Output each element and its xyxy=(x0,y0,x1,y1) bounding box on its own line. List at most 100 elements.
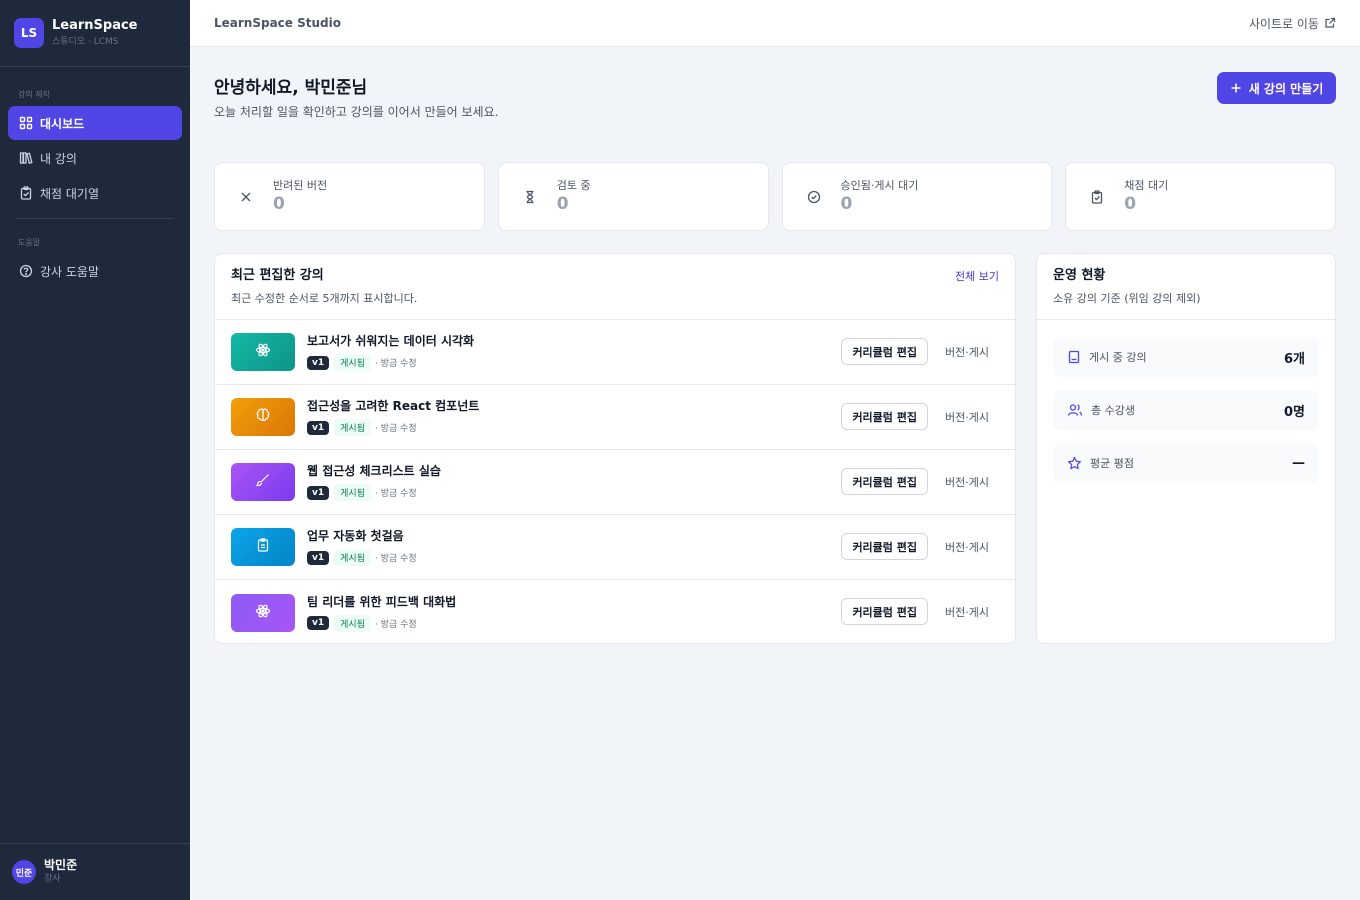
version-publish-button[interactable]: 버전·게시 xyxy=(945,338,989,365)
section-label-help: 도움말 xyxy=(18,238,41,247)
ops-value: 0명 xyxy=(1283,404,1305,420)
edited-time: · 방금 수정 xyxy=(374,359,417,369)
user-role: 강사 xyxy=(44,874,61,884)
stats-row: 반려된 버전 0 검토 중 0 승인됨·게시 대기 0 채점 대기 0 xyxy=(214,162,1336,231)
edited-time: · 방금 수정 xyxy=(374,489,417,499)
ops-label: 총 수강생 xyxy=(1091,404,1135,417)
sidebar-item-instructor-help[interactable]: 강사 도움말 xyxy=(8,254,182,288)
new-course-button[interactable]: 새 강의 만들기 xyxy=(1217,72,1336,104)
version-badge: v1 xyxy=(307,616,330,630)
version-badge: v1 xyxy=(307,550,330,565)
course-row[interactable]: 보고서가 쉬워지는 데이터 시각화 v1 게시됨 · 방금 수정 커리큘럼 편집… xyxy=(215,320,1015,385)
recent-courses-subtitle: 최근 수정한 순서로 5개까지 표시합니다. xyxy=(231,292,418,305)
course-thumbnail xyxy=(231,398,295,436)
version-badge: v1 xyxy=(307,355,330,370)
x-icon xyxy=(239,190,253,204)
version-publish-button[interactable]: 버전·게시 xyxy=(945,468,989,495)
stat-label: 채점 대기 xyxy=(1124,178,1169,192)
clipboard-check-icon xyxy=(19,186,33,200)
ops-label: 게시 중 강의 xyxy=(1089,351,1147,364)
topbar-title: LearnSpace Studio xyxy=(214,16,341,30)
stat-card-in-review[interactable]: 검토 중 0 xyxy=(497,162,769,231)
operations-subtitle: 소유 강의 기준 (위임 강의 제외) xyxy=(1053,292,1201,305)
edit-curriculum-button[interactable]: 커리큘럼 편집 xyxy=(841,403,928,430)
course-thumbnail xyxy=(231,528,295,566)
stat-value: 0 xyxy=(840,193,853,214)
page-subtitle: 오늘 처리할 일을 확인하고 강의를 이어서 만들어 보세요. xyxy=(214,105,499,119)
edited-time: · 방금 수정 xyxy=(374,554,417,564)
ops-item-published-courses: 게시 중 강의 6개 xyxy=(1053,337,1319,377)
atom-icon xyxy=(255,342,271,362)
sidebar-item-label: 강사 도움말 xyxy=(40,264,100,279)
edit-curriculum-button[interactable]: 커리큘럼 편집 xyxy=(841,338,928,365)
operations-title: 운영 현황 xyxy=(1053,268,1106,283)
version-publish-button[interactable]: 버전·게시 xyxy=(945,598,989,625)
star-icon xyxy=(1067,456,1082,471)
grid-icon xyxy=(19,116,33,130)
course-title: 팀 리더를 위한 피드백 대화법 xyxy=(307,594,457,609)
status-badge: 게시됨 xyxy=(334,419,371,436)
course-title: 접근성을 고려한 React 컴포넌트 xyxy=(307,399,480,413)
clipboard-icon xyxy=(255,537,271,557)
brand[interactable]: LS LearnSpace 스튜디오 · LCMS xyxy=(0,0,190,67)
brand-subtitle: 스튜디오 · LCMS xyxy=(52,36,119,47)
user-profile[interactable]: 민준 박민준 강사 xyxy=(0,843,190,900)
go-to-site-label: 사이트로 이동 xyxy=(1248,16,1319,31)
ops-item-total-students: 총 수강생 0명 xyxy=(1053,390,1319,430)
stat-card-rejected[interactable]: 반려된 버전 0 xyxy=(214,162,485,231)
recent-courses-card: 최근 편집한 강의 최근 수정한 순서로 5개까지 표시합니다. 전체 보기 보… xyxy=(214,253,1016,644)
sidebar-item-dashboard[interactable]: 대시보드 xyxy=(8,106,182,140)
sidebar-divider xyxy=(16,218,174,219)
version-publish-button[interactable]: 버전·게시 xyxy=(945,533,989,560)
plus-icon xyxy=(1230,82,1242,94)
brain-icon xyxy=(255,407,271,427)
status-badge: 게시됨 xyxy=(334,484,371,501)
users-icon xyxy=(1067,403,1083,417)
edited-time: · 방금 수정 xyxy=(374,619,417,630)
stat-label: 승인됨·게시 대기 xyxy=(840,178,919,192)
status-badge: 게시됨 xyxy=(334,614,371,632)
stat-card-grading[interactable]: 채점 대기 0 xyxy=(1065,162,1336,231)
help-circle-icon xyxy=(19,264,33,278)
course-title: 보고서가 쉬워지는 데이터 시각화 xyxy=(307,334,475,348)
sidebar-item-grading-queue[interactable]: 채점 대기열 xyxy=(8,176,182,210)
topbar: LearnSpace Studio 사이트로 이동 xyxy=(190,0,1360,47)
operations-card: 운영 현황 소유 강의 기준 (위임 강의 제외) 게시 중 강의 6개 총 수… xyxy=(1036,253,1336,644)
course-row[interactable]: 웹 접근성 체크리스트 실습 v1 게시됨 · 방금 수정 커리큘럼 편집 버전… xyxy=(215,450,1015,515)
section-label-course-creation: 강의 제작 xyxy=(18,90,50,99)
avatar: 민준 xyxy=(12,860,36,884)
stat-value: 0 xyxy=(273,193,285,214)
edit-curriculum-button[interactable]: 커리큘럼 편집 xyxy=(841,533,928,560)
course-row[interactable]: 접근성을 고려한 React 컴포넌트 v1 게시됨 · 방금 수정 커리큘럼 … xyxy=(215,385,1015,450)
clipboard-check-icon xyxy=(1090,189,1104,204)
edited-time: · 방금 수정 xyxy=(374,424,417,434)
course-thumbnail xyxy=(231,463,295,501)
brand-name: LearnSpace xyxy=(52,17,138,33)
stat-card-approved[interactable]: 승인됨·게시 대기 0 xyxy=(781,162,1053,231)
course-thumbnail xyxy=(231,593,295,632)
course-title: 웹 접근성 체크리스트 실습 xyxy=(307,464,441,478)
sidebar-item-my-courses[interactable]: 내 강의 xyxy=(8,141,182,175)
edit-curriculum-button[interactable]: 커리큘럼 편집 xyxy=(841,598,928,625)
recent-courses-title: 최근 편집한 강의 xyxy=(231,268,324,283)
stat-value: 0 xyxy=(556,193,569,214)
go-to-site-link[interactable]: 사이트로 이동 xyxy=(1249,15,1336,32)
sidebar-item-label: 대시보드 xyxy=(40,116,85,131)
stat-label: 검토 중 xyxy=(556,178,591,192)
sidebar-item-label: 채점 대기열 xyxy=(40,186,100,201)
course-thumbnail xyxy=(231,333,295,371)
hourglass-icon xyxy=(523,190,537,204)
version-badge: v1 xyxy=(307,420,330,435)
stat-label: 반려된 버전 xyxy=(273,178,328,192)
check-circle-icon xyxy=(807,190,821,204)
stat-value: 0 xyxy=(1124,193,1137,214)
status-badge: 게시됨 xyxy=(334,354,371,371)
course-row[interactable]: 팀 리더를 위한 피드백 대화법 v1 게시됨 · 방금 수정 커리큘럼 편집 … xyxy=(215,580,1015,645)
version-badge: v1 xyxy=(307,485,330,500)
version-publish-button[interactable]: 버전·게시 xyxy=(945,403,989,430)
view-all-link[interactable]: 전체 보기 xyxy=(955,268,999,284)
sidebar: LS LearnSpace 스튜디오 · LCMS 강의 제작 대시보드 내 강… xyxy=(0,0,190,900)
course-row[interactable]: 업무 자동화 첫걸음 v1 게시됨 · 방금 수정 커리큘럼 편집 버전·게시 xyxy=(215,515,1015,580)
edit-curriculum-button[interactable]: 커리큘럼 편집 xyxy=(841,468,928,495)
status-badge: 게시됨 xyxy=(334,549,371,566)
